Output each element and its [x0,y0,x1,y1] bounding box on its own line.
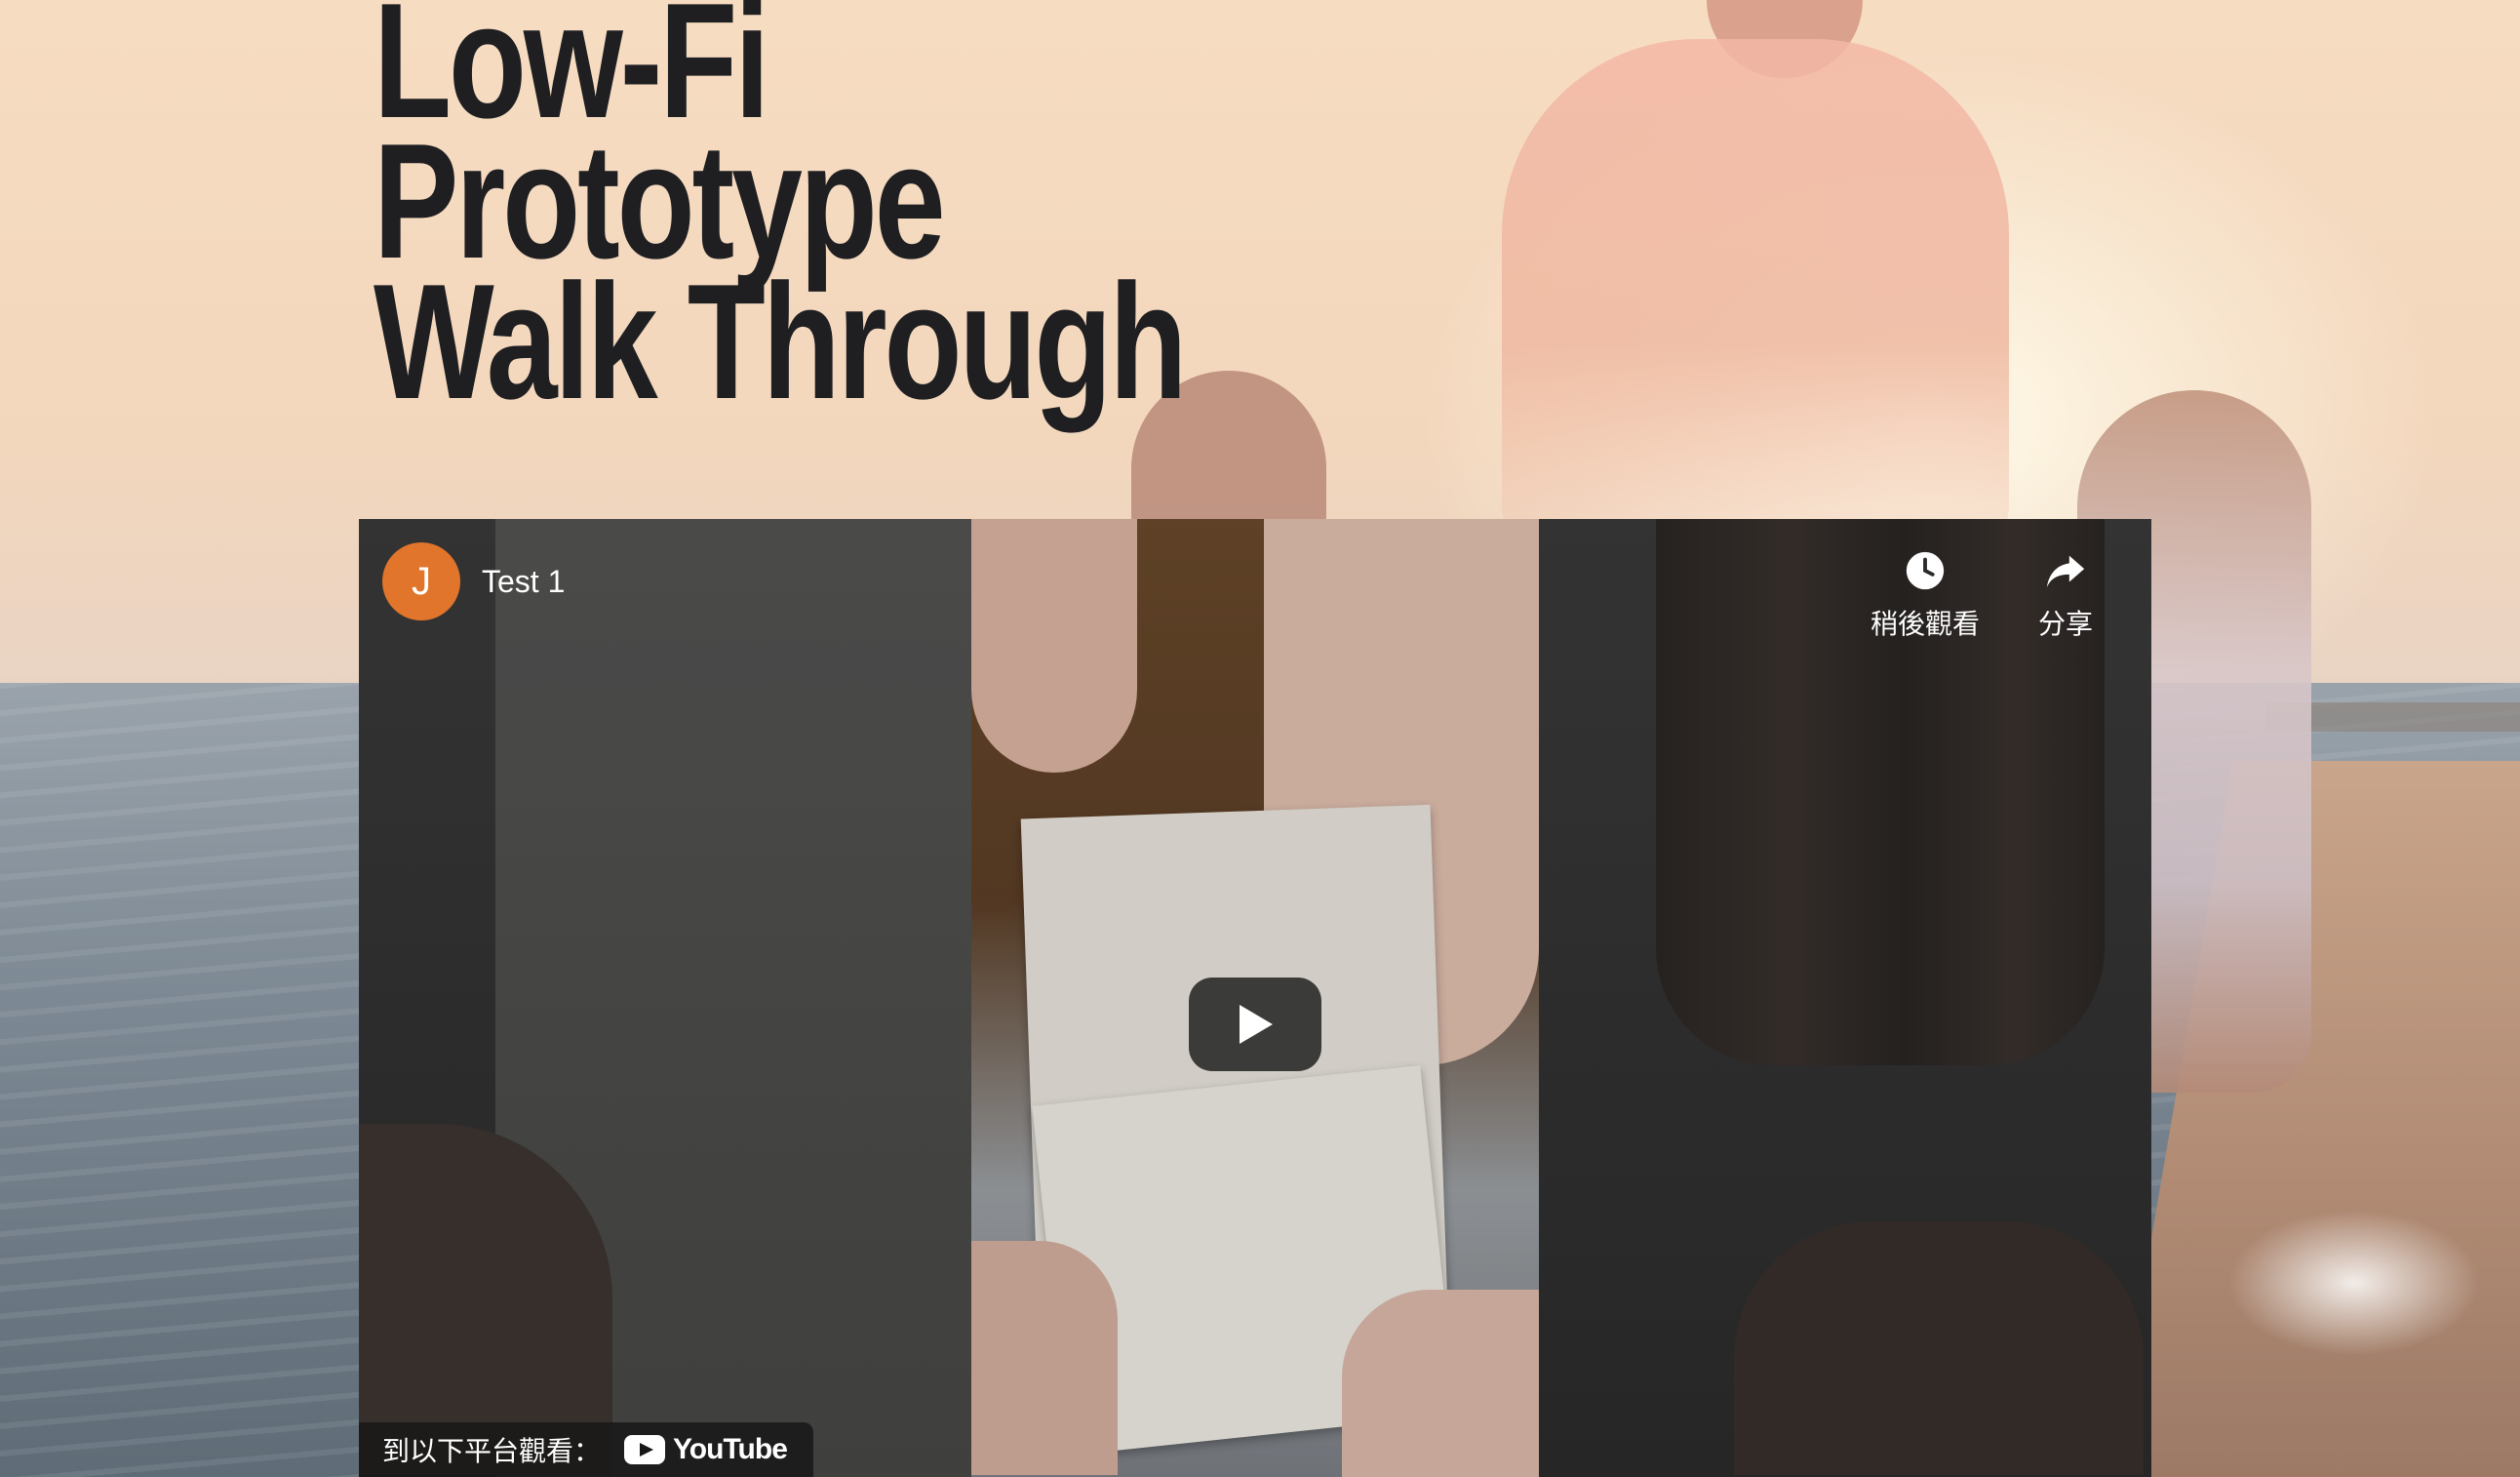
watch-on-youtube-bar[interactable]: 到以下平台觀看： YouTube [359,1422,813,1477]
share-button[interactable]: 分享 [2038,548,2093,642]
watch-later-button[interactable]: 稍後觀看 [1870,548,1980,642]
video-frame-right [1539,519,2151,1477]
clock-icon [1906,551,1945,590]
youtube-play-icon [624,1435,666,1464]
play-button[interactable] [1189,978,1321,1071]
hand-top-left [971,519,1137,773]
man-silhouette [1502,39,2009,546]
share-icon [2046,555,2085,588]
thumb-shadow [1734,1221,2144,1475]
video-top-actions: 稍後觀看 分享 [1870,548,2093,642]
video-title[interactable]: Test 1 [482,564,565,600]
watch-later-label: 稍後觀看 [1870,609,1980,639]
youtube-logo: YouTube [624,1433,788,1466]
share-label: 分享 [2037,609,2093,639]
channel-avatar[interactable]: J [382,542,460,620]
video-frame-left [359,519,1003,1477]
play-icon [1240,1005,1273,1044]
wave-foam [2227,1210,2481,1356]
watch-on-label: 到以下平台觀看： [382,1436,602,1466]
youtube-wordmark: YouTube [673,1433,788,1465]
video-player[interactable]: J Test 1 稍後觀看 分享 到以下平台觀看： YouTube [359,519,2151,1477]
hand-bottom-right [1342,1290,1539,1477]
page-title: Low-Fi Prototype Walk Through [374,0,1187,423]
channel-row: J Test 1 [382,542,565,620]
title-line-3: Walk Through [374,250,1187,433]
hand-bottom-left [971,1241,1118,1475]
